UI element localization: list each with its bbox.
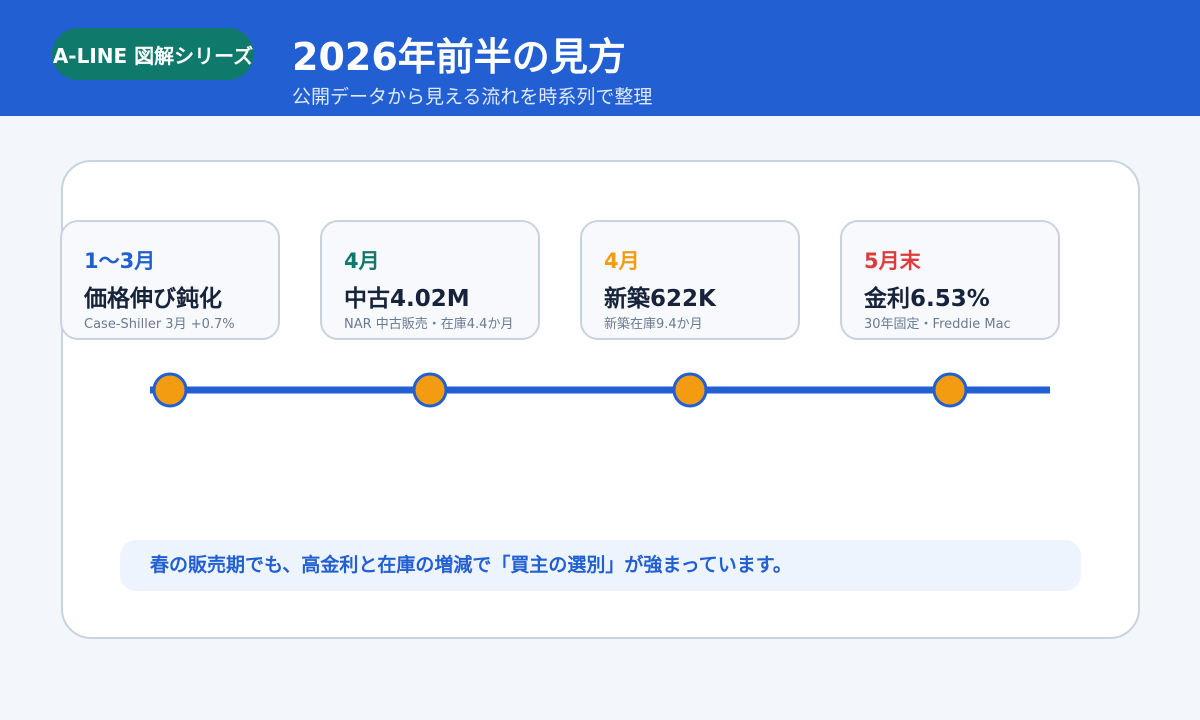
series-badge: A-LINE 図解シリーズ [52,28,254,80]
event-note: Case-Shiller 3月 +0.7% [84,317,235,332]
summary-text: 春の販売期でも、高金利と在庫の増減で「買主の選別」が強まっています。 [150,554,792,576]
event-card-3: 4月 新築622K 新築在庫9.4か月 [580,220,800,340]
summary-callout: 春の販売期でも、高金利と在庫の増減で「買主の選別」が強まっています。 [120,540,1081,591]
event-headline: 中古4.02M [344,286,470,312]
event-note: 新築在庫9.4か月 [604,317,703,332]
event-period: 1〜3月 [84,249,156,273]
event-headline: 金利6.53% [864,286,990,312]
event-card-4: 5月末 金利6.53% 30年固定・Freddie Mac [840,220,1060,340]
event-period: 4月 [604,249,640,273]
header-banner: A-LINE 図解シリーズ 2026年前半の見方 公開データから見える流れを時系… [0,0,1200,116]
event-card-2: 4月 中古4.02M NAR 中古販売・在庫4.4か月 [320,220,540,340]
event-period: 5月末 [864,249,921,273]
page-subtitle: 公開データから見える流れを時系列で整理 [292,86,653,108]
event-period: 4月 [344,249,380,273]
event-note: NAR 中古販売・在庫4.4か月 [344,317,514,332]
event-card-1: 1〜3月 価格伸び鈍化 Case-Shiller 3月 +0.7% [60,220,280,340]
event-headline: 新築622K [604,286,716,312]
page-title: 2026年前半の見方 [292,35,626,79]
event-note: 30年固定・Freddie Mac [864,317,1011,332]
event-headline: 価格伸び鈍化 [84,286,222,312]
